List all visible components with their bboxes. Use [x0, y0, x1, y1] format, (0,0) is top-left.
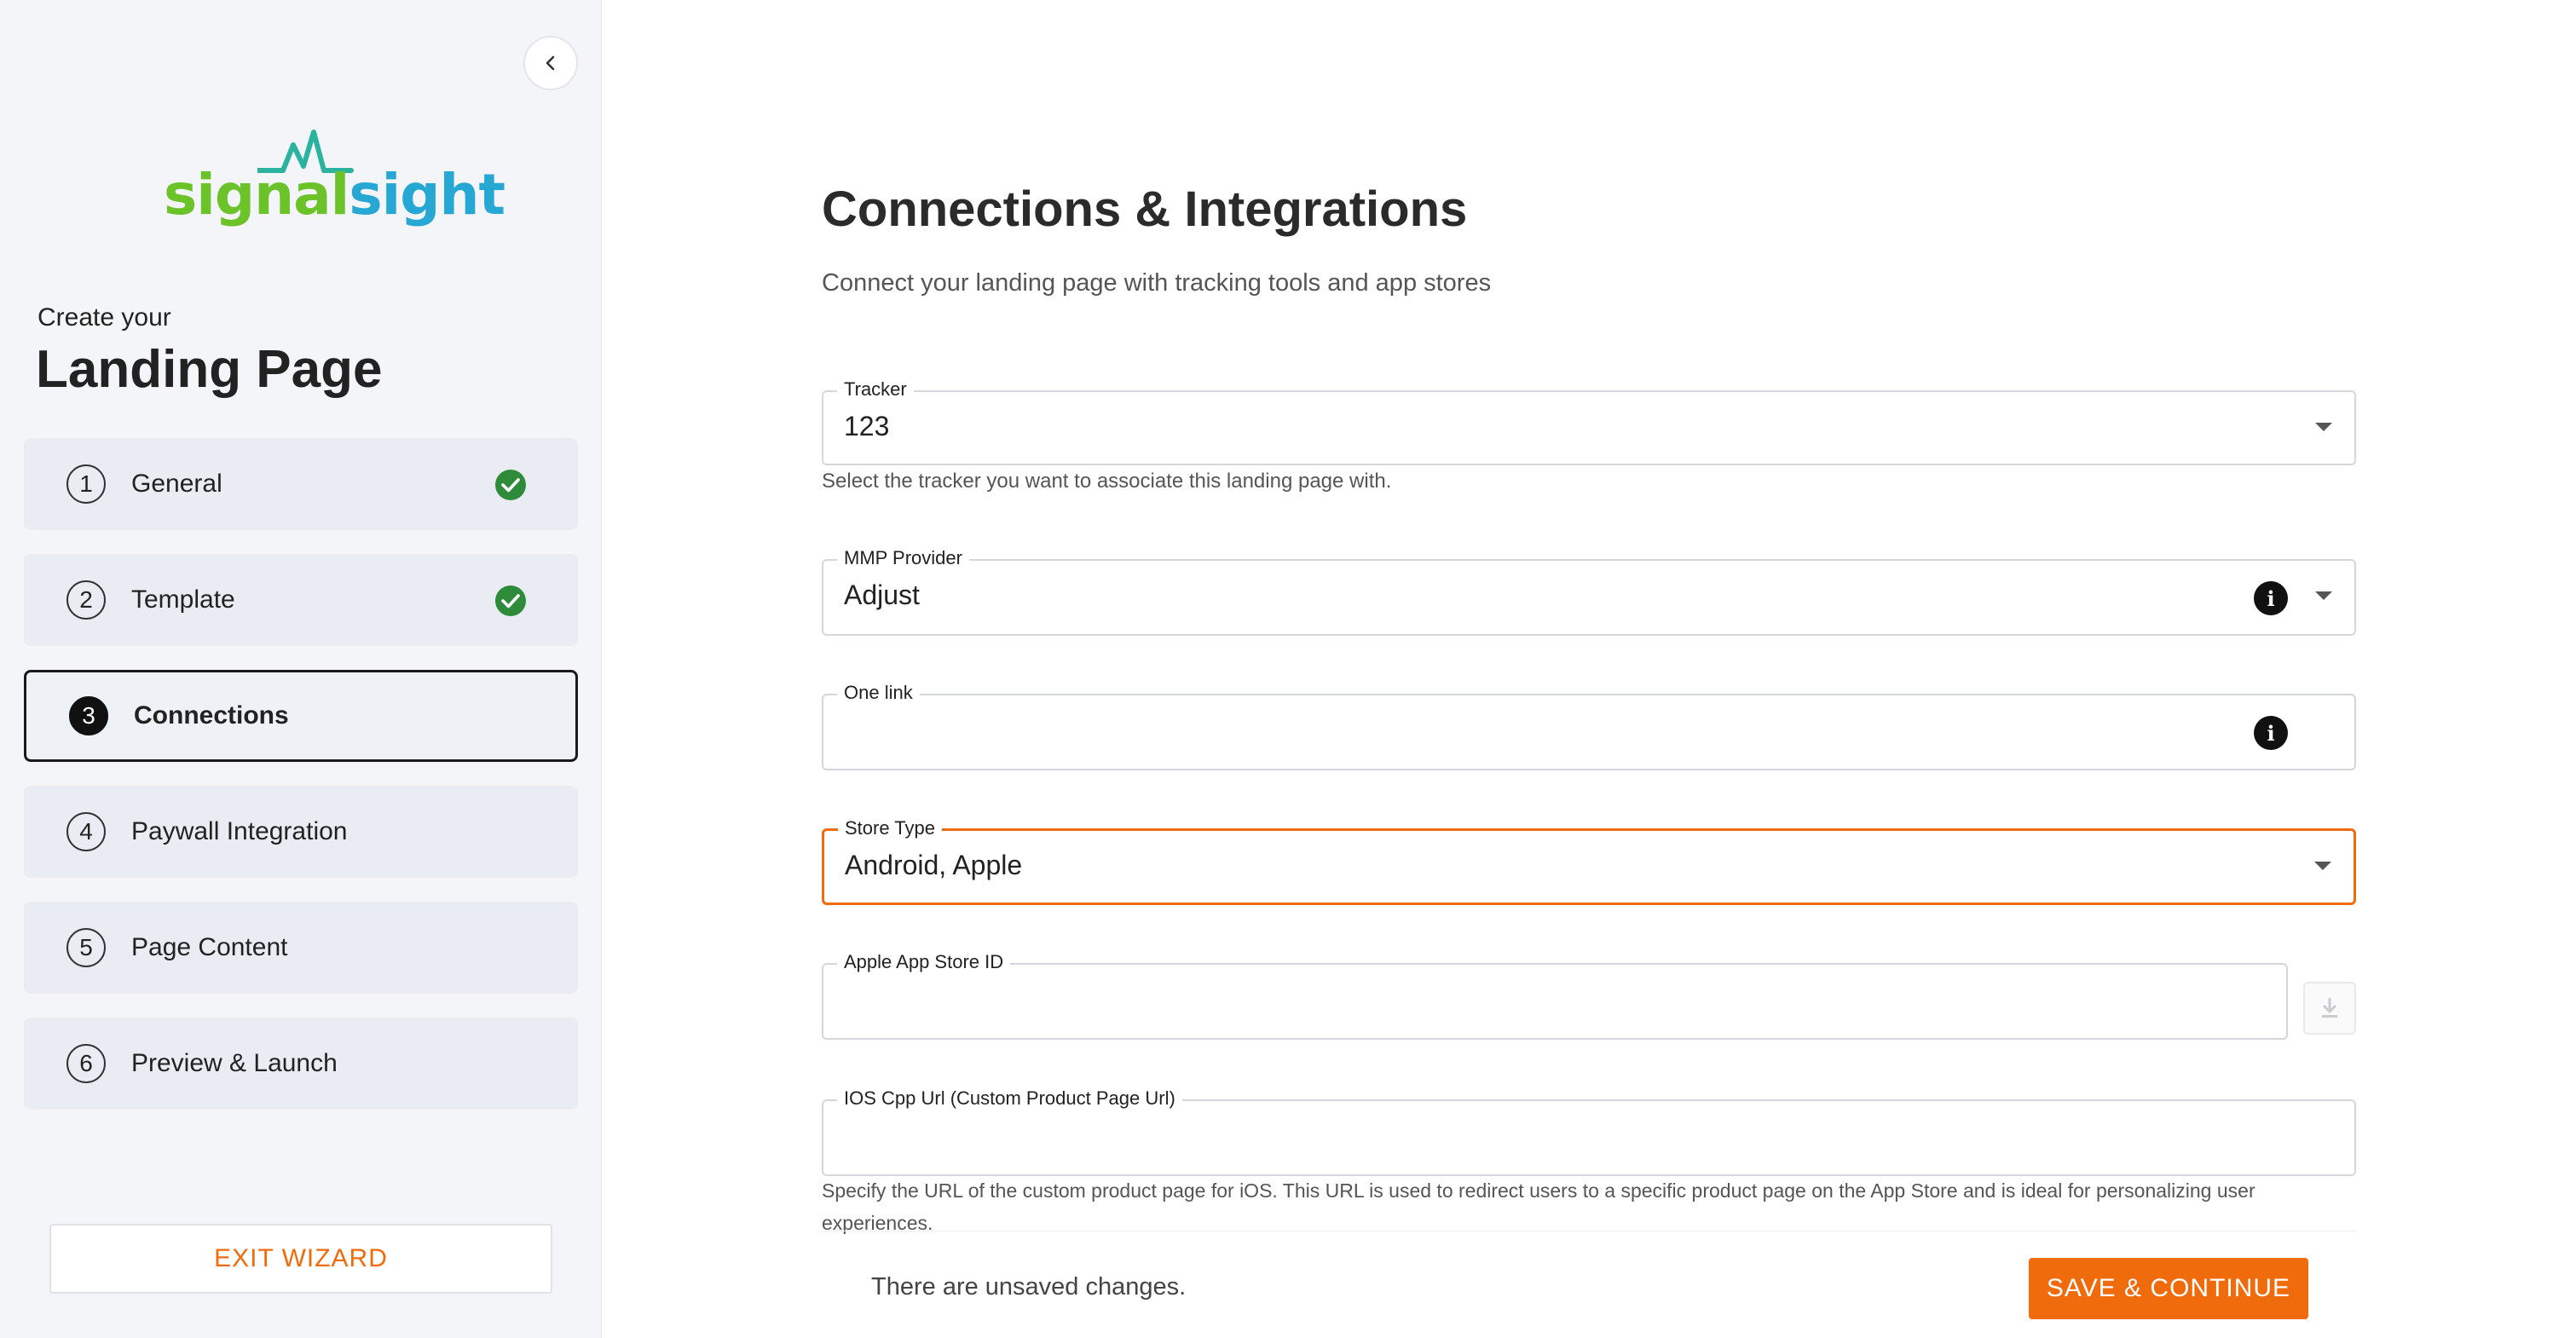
one-link-label: One link [837, 682, 920, 704]
tracker-value: 123 [844, 411, 890, 441]
wizard-steps: 1 General 2 Template 3 Connections 4 Pay… [24, 438, 578, 1133]
mmp-provider-label: MMP Provider [837, 547, 969, 569]
logo-text-sight: sight [349, 162, 505, 228]
step-number: 2 [66, 580, 106, 620]
tracker-helper-text: Select the tracker you want to associate… [822, 470, 1392, 493]
step-label: Preview & Launch [131, 1049, 338, 1077]
create-title: Landing Page [36, 340, 383, 399]
save-continue-button[interactable]: SAVE & CONTINUE [2029, 1258, 2308, 1319]
collapse-sidebar-button[interactable] [523, 36, 578, 90]
step-number: 4 [66, 812, 106, 851]
store-type-select[interactable]: Store Type Android, Apple [822, 817, 2356, 905]
tracker-select[interactable]: Tracker 123 [822, 378, 2356, 465]
mmp-provider-select[interactable]: MMP Provider Adjust i [822, 547, 2356, 636]
apple-app-store-id-label: Apple App Store ID [837, 951, 1011, 973]
app-root: signalsight Create your Landing Page 1 G… [0, 0, 2576, 1338]
ios-cpp-helper-text: Specify the URL of the custom product pa… [822, 1179, 2255, 1234]
main-content: Connections & Integrations Connect your … [602, 0, 2576, 1338]
caret-down-icon[interactable] [2315, 423, 2332, 431]
step-page-content[interactable]: 5 Page Content [24, 902, 578, 994]
download-icon [2322, 997, 2337, 1018]
logo-text-signal: signal [164, 162, 349, 228]
step-label: Connections [134, 701, 289, 730]
step-number: 6 [66, 1044, 106, 1083]
page-title: Connections & Integrations [822, 182, 1468, 237]
sidebar: signalsight Create your Landing Page 1 G… [0, 0, 602, 1338]
mmp-provider-value: Adjust [844, 580, 920, 610]
check-circle-icon [495, 585, 526, 616]
step-general[interactable]: 1 General [24, 438, 578, 530]
step-label: General [131, 470, 222, 498]
step-number: 1 [66, 464, 106, 504]
logo-text: signalsight [164, 162, 505, 228]
step-label: Paywall Integration [131, 817, 348, 845]
step-template[interactable]: 2 Template [24, 554, 578, 646]
store-type-label: Store Type [838, 817, 942, 839]
page-description: Connect your landing page with tracking … [822, 269, 1492, 297]
ios-cpp-url-input[interactable]: IOS Cpp Url (Custom Product Page Url) [822, 1087, 2356, 1176]
caret-down-icon[interactable] [2314, 862, 2331, 870]
store-type-value: Android, Apple [845, 850, 1023, 880]
signalsight-logo: signalsight [164, 128, 505, 228]
check-circle-icon [495, 470, 526, 500]
chevron-left-icon [546, 55, 555, 71]
download-button[interactable] [2303, 982, 2356, 1035]
step-paywall-integration[interactable]: 4 Paywall Integration [24, 786, 578, 878]
step-label: Page Content [131, 933, 288, 961]
step-number: 3 [69, 696, 108, 735]
step-number: 5 [66, 928, 106, 967]
step-label: Template [131, 585, 235, 614]
apple-app-store-id-input[interactable]: Apple App Store ID [822, 951, 2288, 1040]
ios-cpp-url-label: IOS Cpp Url (Custom Product Page Url) [837, 1087, 1182, 1110]
unsaved-changes-text: There are unsaved changes. [871, 1273, 1187, 1301]
one-link-input[interactable]: One link i [822, 682, 2356, 770]
caret-down-icon[interactable] [2315, 591, 2332, 600]
create-subtitle: Create your [38, 303, 171, 332]
exit-wizard-button[interactable]: EXIT WIZARD [49, 1224, 552, 1294]
step-connections[interactable]: 3 Connections [24, 670, 578, 762]
info-icon[interactable]: i [2254, 581, 2288, 615]
info-icon[interactable]: i [2254, 716, 2288, 750]
tracker-label: Tracker [837, 378, 914, 401]
step-preview-launch[interactable]: 6 Preview & Launch [24, 1018, 578, 1110]
